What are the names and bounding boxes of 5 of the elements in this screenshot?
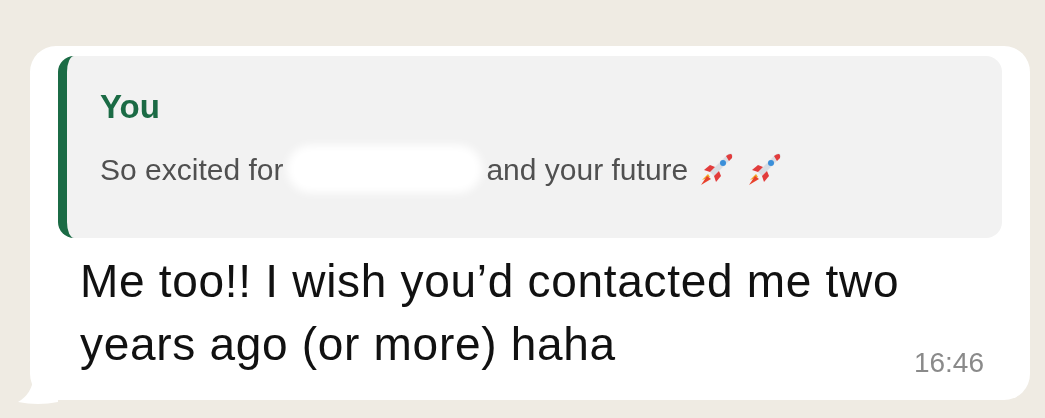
message-time: 16:46 — [913, 346, 984, 380]
quote-text: So excited for — [100, 151, 284, 188]
quote-text: and your future — [486, 151, 689, 188]
quote-author: You — [100, 90, 161, 123]
message-text: Me too!! I wish you’d contacted me two years ago (or more) haha — [80, 255, 900, 370]
